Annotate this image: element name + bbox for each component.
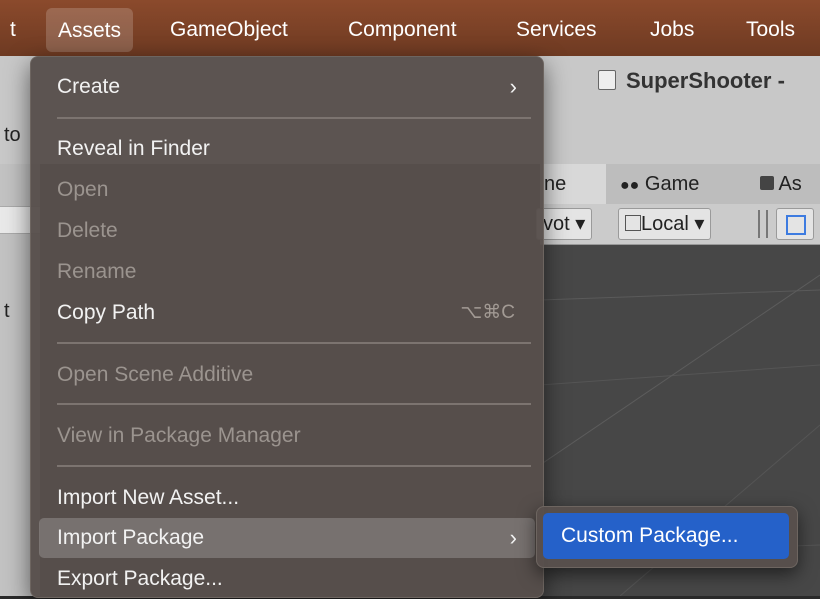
menu-item-open: Open [39,170,535,210]
chevron-right-icon: › [509,525,517,550]
menu-item-delete: Delete [39,211,535,251]
menu-item-import-new-asset-label: Import New Asset... [57,486,240,509]
pivot-dropdown[interactable]: vot ▾ [536,208,593,240]
menu-item-copy-path-label: Copy Path [57,301,156,324]
bag-icon [760,176,774,190]
menu-edit-cut[interactable]: t [10,0,16,56]
menu-item-import-package-label: Import Package [57,526,205,549]
menu-item-reveal-label: Reveal in Finder [57,137,210,160]
menu-item-reveal-in-finder[interactable]: Reveal in Finder [39,129,535,169]
chevron-right-icon: › [509,74,517,99]
menu-separator [57,465,531,467]
menu-item-create[interactable]: Create › [39,67,535,107]
menu-item-view-package-manager-label: View in Package Manager [57,424,301,447]
menu-item-create-label: Create [57,75,121,98]
local-dropdown-label: Local ▾ [641,213,705,235]
grid-icon [786,215,806,235]
local-dropdown[interactable]: Local ▾ [618,208,712,240]
menu-services[interactable]: Services [516,0,597,56]
left-item-label: t [4,300,10,322]
menu-item-view-in-package-manager: View in Package Manager [39,416,535,456]
menu-jobs[interactable]: Jobs [650,0,694,56]
cube-icon [625,215,641,231]
tab-asset-store[interactable]: As [760,164,802,204]
menu-item-export-package-label: Export Package... [57,567,223,590]
submenu-item-custom-package-label: Custom Package... [561,524,739,547]
window-title: SuperShooter - [598,68,785,94]
menu-item-copy-path[interactable]: Copy Path ⌥⌘C [39,293,535,333]
toolbar-divider [758,210,768,238]
gamepad-icon: ●● [620,177,640,194]
tab-scene-label: ne [544,173,567,195]
menu-item-import-new-asset[interactable]: Import New Asset... [39,478,535,518]
menu-item-delete-label: Delete [57,219,118,242]
tab-game-label: Game [644,173,700,195]
menu-gameobject[interactable]: GameObject [170,0,288,56]
assets-menu: Create › Reveal in Finder Open Delete Re… [30,56,544,598]
menu-item-open-label: Open [57,178,109,201]
menu-item-rename: Rename [39,252,535,292]
menu-item-export-package[interactable]: Export Package... [39,559,535,599]
menu-separator [57,403,531,405]
pivot-dropdown-label: vot ▾ [543,213,586,235]
tab-scene[interactable]: ne [540,164,606,204]
menu-separator [57,117,531,119]
tab-game[interactable]: ●● Game [620,164,699,204]
menu-tools[interactable]: Tools [746,0,795,56]
menu-item-import-package[interactable]: Import Package › [39,518,535,558]
left-tab-label: to [4,124,21,146]
grid-snap-button[interactable] [776,208,814,240]
menu-item-rename-label: Rename [57,260,137,283]
menu-component[interactable]: Component [348,0,457,56]
menu-item-open-scene-additive-label: Open Scene Additive [57,363,254,386]
copy-path-shortcut: ⌥⌘C [460,302,515,323]
submenu-item-custom-package[interactable]: Custom Package... [543,513,789,559]
menu-assets[interactable]: Assets [46,8,134,52]
window-title-text: SuperShooter - [626,68,785,93]
menu-item-open-scene-additive: Open Scene Additive [39,355,535,395]
tab-asset-store-label: As [778,173,802,195]
import-package-submenu: Custom Package... [536,506,798,568]
menu-separator [57,342,531,344]
menubar: t Assets GameObject Component Services J… [0,0,820,56]
scene-file-icon [598,70,616,90]
